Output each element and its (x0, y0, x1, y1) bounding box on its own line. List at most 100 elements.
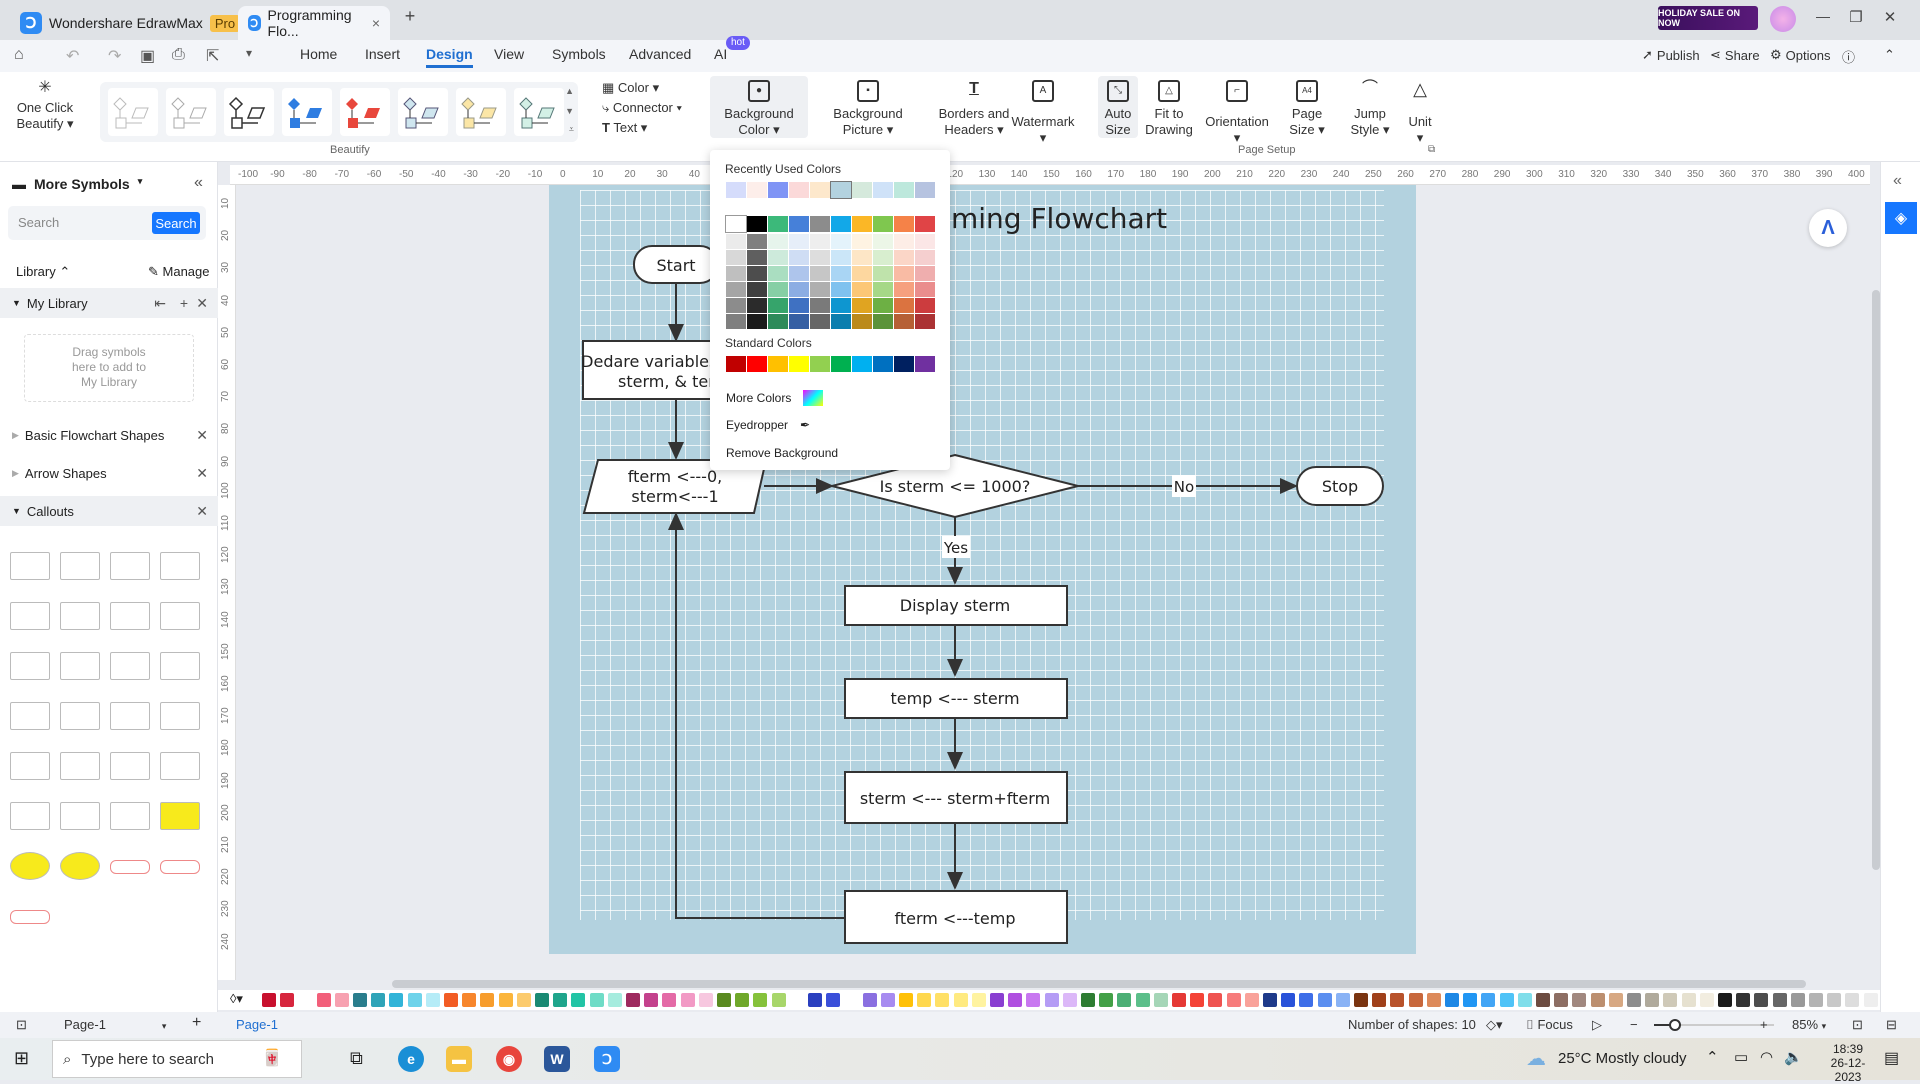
gallery-expand-icon[interactable]: ⩡ (569, 124, 574, 135)
quick-color-swatch[interactable] (1044, 993, 1059, 1007)
theme-shade-swatch[interactable] (873, 266, 893, 281)
customize-toolbar-icon[interactable]: ▾ (246, 46, 252, 60)
theme-shade-swatch[interactable] (831, 250, 851, 265)
theme-color-swatch[interactable] (789, 216, 809, 232)
quick-color-swatch[interactable] (1718, 993, 1732, 1007)
callout-shape[interactable] (10, 852, 50, 880)
quick-color-swatch[interactable] (1590, 993, 1605, 1007)
help-button[interactable]: ⓘ (1842, 47, 1855, 66)
standard-color-swatch[interactable] (894, 356, 914, 372)
publish-button[interactable]: ➚ Publish (1642, 47, 1700, 63)
theme-shade-swatch[interactable] (747, 250, 767, 265)
theme-shade-swatch[interactable] (873, 234, 893, 249)
eyedropper-button[interactable]: Eyedropper ✒ (726, 418, 810, 432)
style-thumb-1[interactable] (108, 88, 158, 136)
word-icon[interactable]: W (544, 1046, 570, 1072)
quick-color-swatch[interactable] (1481, 993, 1496, 1007)
theme-shade-swatch[interactable] (915, 266, 935, 281)
theme-shade-swatch[interactable] (747, 298, 767, 313)
theme-shade-swatch[interactable] (852, 282, 872, 297)
callouts-section[interactable]: ▼ Callouts ✕ (0, 496, 218, 526)
fill-bucket-icon[interactable]: ◈ (1885, 202, 1917, 234)
theme-shade-swatch[interactable] (894, 250, 914, 265)
unit-button[interactable]: △ Unit ▾ (1404, 76, 1436, 146)
theme-color-swatch[interactable] (747, 216, 767, 232)
quick-color-swatch[interactable] (407, 993, 422, 1007)
quick-color-swatch[interactable] (771, 993, 786, 1007)
quick-color-swatch[interactable] (1317, 993, 1332, 1007)
theme-shade-swatch[interactable] (768, 234, 788, 249)
quick-color-swatch[interactable] (607, 993, 622, 1007)
arrow-shapes-section[interactable]: ▶ Arrow Shapes ✕ (0, 458, 218, 488)
more-symbols-menu[interactable]: ▬ More Symbols ▾ (12, 176, 142, 192)
menu-advanced[interactable]: Advanced (629, 46, 691, 62)
zoom-slider[interactable] (1654, 1019, 1774, 1031)
quick-color-swatch[interactable] (1554, 993, 1569, 1007)
close-icon[interactable]: ✕ (196, 465, 208, 482)
quick-color-swatch[interactable] (316, 993, 331, 1007)
theme-shade-swatch[interactable] (894, 234, 914, 249)
quick-color-swatch[interactable] (1099, 993, 1114, 1007)
connector-menu[interactable]: ⤷ Connector ▾ (602, 100, 682, 116)
close-icon[interactable]: ✕ (196, 427, 208, 444)
user-avatar[interactable] (1770, 6, 1796, 32)
fit-to-drawing-button[interactable]: △ Fit to Drawing (1143, 76, 1195, 138)
library-toggle[interactable]: Library ⌃ (16, 264, 70, 280)
theme-shade-swatch[interactable] (915, 314, 935, 329)
recent-color-swatch[interactable] (894, 182, 914, 198)
minimize-button[interactable]: — (1808, 8, 1838, 24)
style-thumb-4[interactable] (282, 88, 332, 136)
quick-color-swatch[interactable] (880, 993, 895, 1007)
horizontal-scrollbar[interactable] (392, 980, 1806, 988)
more-colors-button[interactable]: More Colors (726, 390, 824, 406)
callout-shape[interactable] (60, 752, 100, 780)
theme-shade-swatch[interactable] (810, 314, 830, 329)
recent-color-swatch[interactable] (852, 182, 872, 198)
callout-shape[interactable] (110, 860, 150, 874)
recent-color-swatch[interactable] (768, 182, 788, 198)
quick-color-swatch[interactable] (1390, 993, 1405, 1007)
callout-shape[interactable] (160, 602, 200, 630)
page-size-button[interactable]: A4 Page Size ▾ (1284, 76, 1330, 138)
recent-color-swatch[interactable] (873, 182, 893, 198)
theme-shade-swatch[interactable] (726, 234, 746, 249)
quick-color-swatch[interactable] (1117, 993, 1132, 1007)
theme-shade-swatch[interactable] (768, 282, 788, 297)
zoom-level[interactable]: 85% ▾ (1792, 1017, 1826, 1032)
quick-color-swatch[interactable] (444, 993, 458, 1007)
menu-view[interactable]: View (494, 46, 524, 62)
basic-flowchart-shapes-section[interactable]: ▶ Basic Flowchart Shapes ✕ (0, 420, 218, 450)
recent-color-swatch[interactable] (726, 182, 746, 198)
theme-shade-swatch[interactable] (915, 234, 935, 249)
theme-shade-swatch[interactable] (873, 250, 893, 265)
weather-text[interactable]: 25°C Mostly cloudy (1558, 1050, 1687, 1067)
quick-color-swatch[interactable] (389, 993, 404, 1007)
quick-color-swatch[interactable] (1608, 993, 1623, 1007)
theme-shade-swatch[interactable] (789, 282, 809, 297)
chrome-icon[interactable]: ◉ (496, 1046, 522, 1072)
quick-color-swatch[interactable] (1790, 993, 1805, 1007)
ai-assistant-button[interactable]: Λ (1809, 209, 1847, 247)
theme-color-swatch[interactable] (725, 215, 747, 233)
callout-shape[interactable] (160, 802, 200, 830)
quick-color-swatch[interactable] (571, 993, 586, 1007)
color-menu[interactable]: ▦ Color ▾ (602, 80, 659, 96)
options-button[interactable]: ⚙ Options (1770, 47, 1830, 63)
quick-color-swatch[interactable] (1426, 993, 1441, 1007)
quick-color-swatch[interactable] (899, 993, 913, 1007)
quick-color-swatch[interactable] (1809, 993, 1823, 1007)
quick-color-swatch[interactable] (844, 993, 859, 1007)
theme-shade-swatch[interactable] (915, 250, 935, 265)
layers-icon[interactable]: ◇▾ (1486, 1017, 1503, 1033)
quick-color-swatch[interactable] (462, 993, 477, 1007)
background-color-button[interactable]: ● Background Color ▾ (710, 76, 808, 138)
new-tab-button[interactable]: + (395, 6, 425, 27)
quick-color-swatch[interactable] (498, 993, 513, 1007)
task-view-icon[interactable]: ⧉ (350, 1048, 363, 1069)
quick-color-swatch[interactable] (990, 993, 1004, 1007)
callout-shape[interactable] (10, 802, 50, 830)
menu-design[interactable]: Design (426, 46, 473, 68)
theme-color-swatch[interactable] (873, 216, 893, 232)
quick-color-swatch[interactable] (1463, 993, 1478, 1007)
theme-shade-swatch[interactable] (789, 314, 809, 329)
